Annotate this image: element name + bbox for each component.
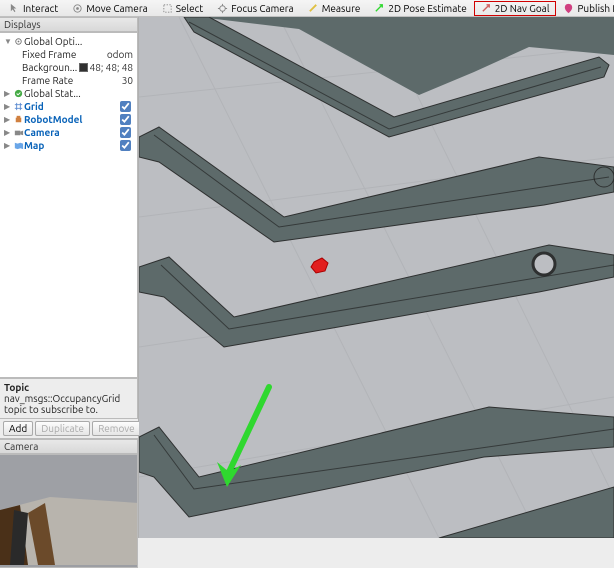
displays-panel-title[interactable]: Displays: [0, 17, 138, 32]
add-button[interactable]: Add: [3, 421, 33, 436]
tree-robot-model[interactable]: ▶ RobotModel: [0, 113, 137, 126]
camera-panel-title[interactable]: Camera: [0, 439, 138, 454]
select-tool[interactable]: Select: [155, 1, 210, 16]
displays-tree[interactable]: ▼ Global Opti... Fixed Frame odom Backgr…: [0, 32, 138, 378]
background-value[interactable]: 48; 48; 48: [90, 62, 137, 73]
fixed-frame-value[interactable]: odom: [107, 49, 137, 60]
map-label: Map: [24, 140, 120, 151]
duplicate-button[interactable]: Duplicate: [35, 421, 90, 436]
camera-panel: Camera: [0, 439, 138, 568]
3d-viewport[interactable]: [139, 17, 614, 538]
main-toolbar: Interact Move Camera Select Focus Camera…: [0, 0, 614, 17]
global-options-label: Global Opti...: [24, 36, 137, 47]
camera-label: Camera: [24, 127, 120, 138]
grid-checkbox[interactable]: [120, 101, 131, 112]
tree-map[interactable]: ▶ Map: [0, 139, 137, 152]
focus-camera-tool[interactable]: Focus Camera: [210, 1, 300, 16]
interact-label: Interact: [23, 3, 58, 14]
move-camera-label: Move Camera: [86, 3, 148, 14]
measure-icon: [308, 3, 319, 14]
interact-tool[interactable]: Interact: [2, 1, 65, 16]
pose-estimate-icon: [374, 3, 385, 14]
publish-point-tool[interactable]: Publish Point: [556, 1, 614, 16]
map-render: [139, 17, 614, 538]
nav-goal-label: 2D Nav Goal: [495, 3, 550, 14]
tree-camera[interactable]: ▶ Camera: [0, 126, 137, 139]
robot-model-checkbox[interactable]: [120, 114, 131, 125]
sidebar: Displays ▼ Global Opti... Fixed Frame od…: [0, 17, 139, 538]
tree-frame-rate[interactable]: Frame Rate 30: [0, 74, 137, 87]
robot-model-label: RobotModel: [24, 114, 120, 125]
camera-display-icon: [13, 127, 24, 138]
tree-grid[interactable]: ▶ Grid: [0, 100, 137, 113]
collapse-icon[interactable]: ▼: [4, 37, 13, 46]
tree-global-status[interactable]: ▶ Global Stat...: [0, 87, 137, 100]
nav-goal-tool[interactable]: 2D Nav Goal: [474, 1, 557, 16]
fixed-frame-label: Fixed Frame: [22, 49, 107, 60]
frame-rate-value[interactable]: 30: [122, 75, 137, 86]
focus-camera-icon: [217, 3, 228, 14]
expand-icon[interactable]: ▶: [4, 89, 13, 98]
measure-tool[interactable]: Measure: [301, 1, 368, 16]
color-swatch[interactable]: [79, 63, 88, 72]
map-checkbox[interactable]: [120, 140, 131, 151]
tree-global-options[interactable]: ▼ Global Opti...: [0, 35, 137, 48]
measure-label: Measure: [322, 3, 361, 14]
interact-icon: [9, 3, 20, 14]
status-ok-icon: [13, 88, 24, 99]
expand-icon[interactable]: ▶: [4, 128, 13, 137]
pose-estimate-tool[interactable]: 2D Pose Estimate: [367, 1, 473, 16]
camera-view[interactable]: [0, 454, 138, 568]
focus-camera-label: Focus Camera: [231, 3, 293, 14]
select-label: Select: [176, 3, 203, 14]
move-camera-icon: [72, 3, 83, 14]
tree-background[interactable]: Backgroun... 48; 48; 48: [0, 61, 137, 74]
move-camera-tool[interactable]: Move Camera: [65, 1, 155, 16]
pose-estimate-label: 2D Pose Estimate: [388, 3, 466, 14]
description-box: Topic nav_msgs::OccupancyGrid topic to s…: [0, 378, 138, 419]
grid-label: Grid: [24, 101, 120, 112]
camera-image: [0, 455, 138, 565]
desc-title: Topic: [4, 382, 133, 393]
background-label: Backgroun...: [22, 62, 79, 73]
expand-icon[interactable]: ▶: [4, 102, 13, 111]
camera-checkbox[interactable]: [120, 127, 131, 138]
expand-icon[interactable]: ▶: [4, 115, 13, 124]
select-icon: [162, 3, 173, 14]
tree-fixed-frame[interactable]: Fixed Frame odom: [0, 48, 137, 61]
publish-point-icon: [563, 3, 574, 14]
nav-goal-icon: [481, 3, 492, 14]
publish-point-label: Publish Point: [577, 3, 614, 14]
gear-icon: [13, 36, 24, 47]
main-layout: Displays ▼ Global Opti... Fixed Frame od…: [0, 17, 614, 538]
desc-body: nav_msgs::OccupancyGrid topic to subscri…: [4, 393, 120, 415]
expand-icon[interactable]: ▶: [4, 141, 13, 150]
grid-display-icon: [13, 101, 24, 112]
robot-display-icon: [13, 114, 24, 125]
frame-rate-label: Frame Rate: [22, 75, 122, 86]
remove-button[interactable]: Remove: [92, 421, 141, 436]
map-display-icon: [13, 140, 24, 151]
display-buttons: Add Duplicate Remove Rename: [0, 419, 138, 439]
global-status-label: Global Stat...: [24, 88, 137, 99]
